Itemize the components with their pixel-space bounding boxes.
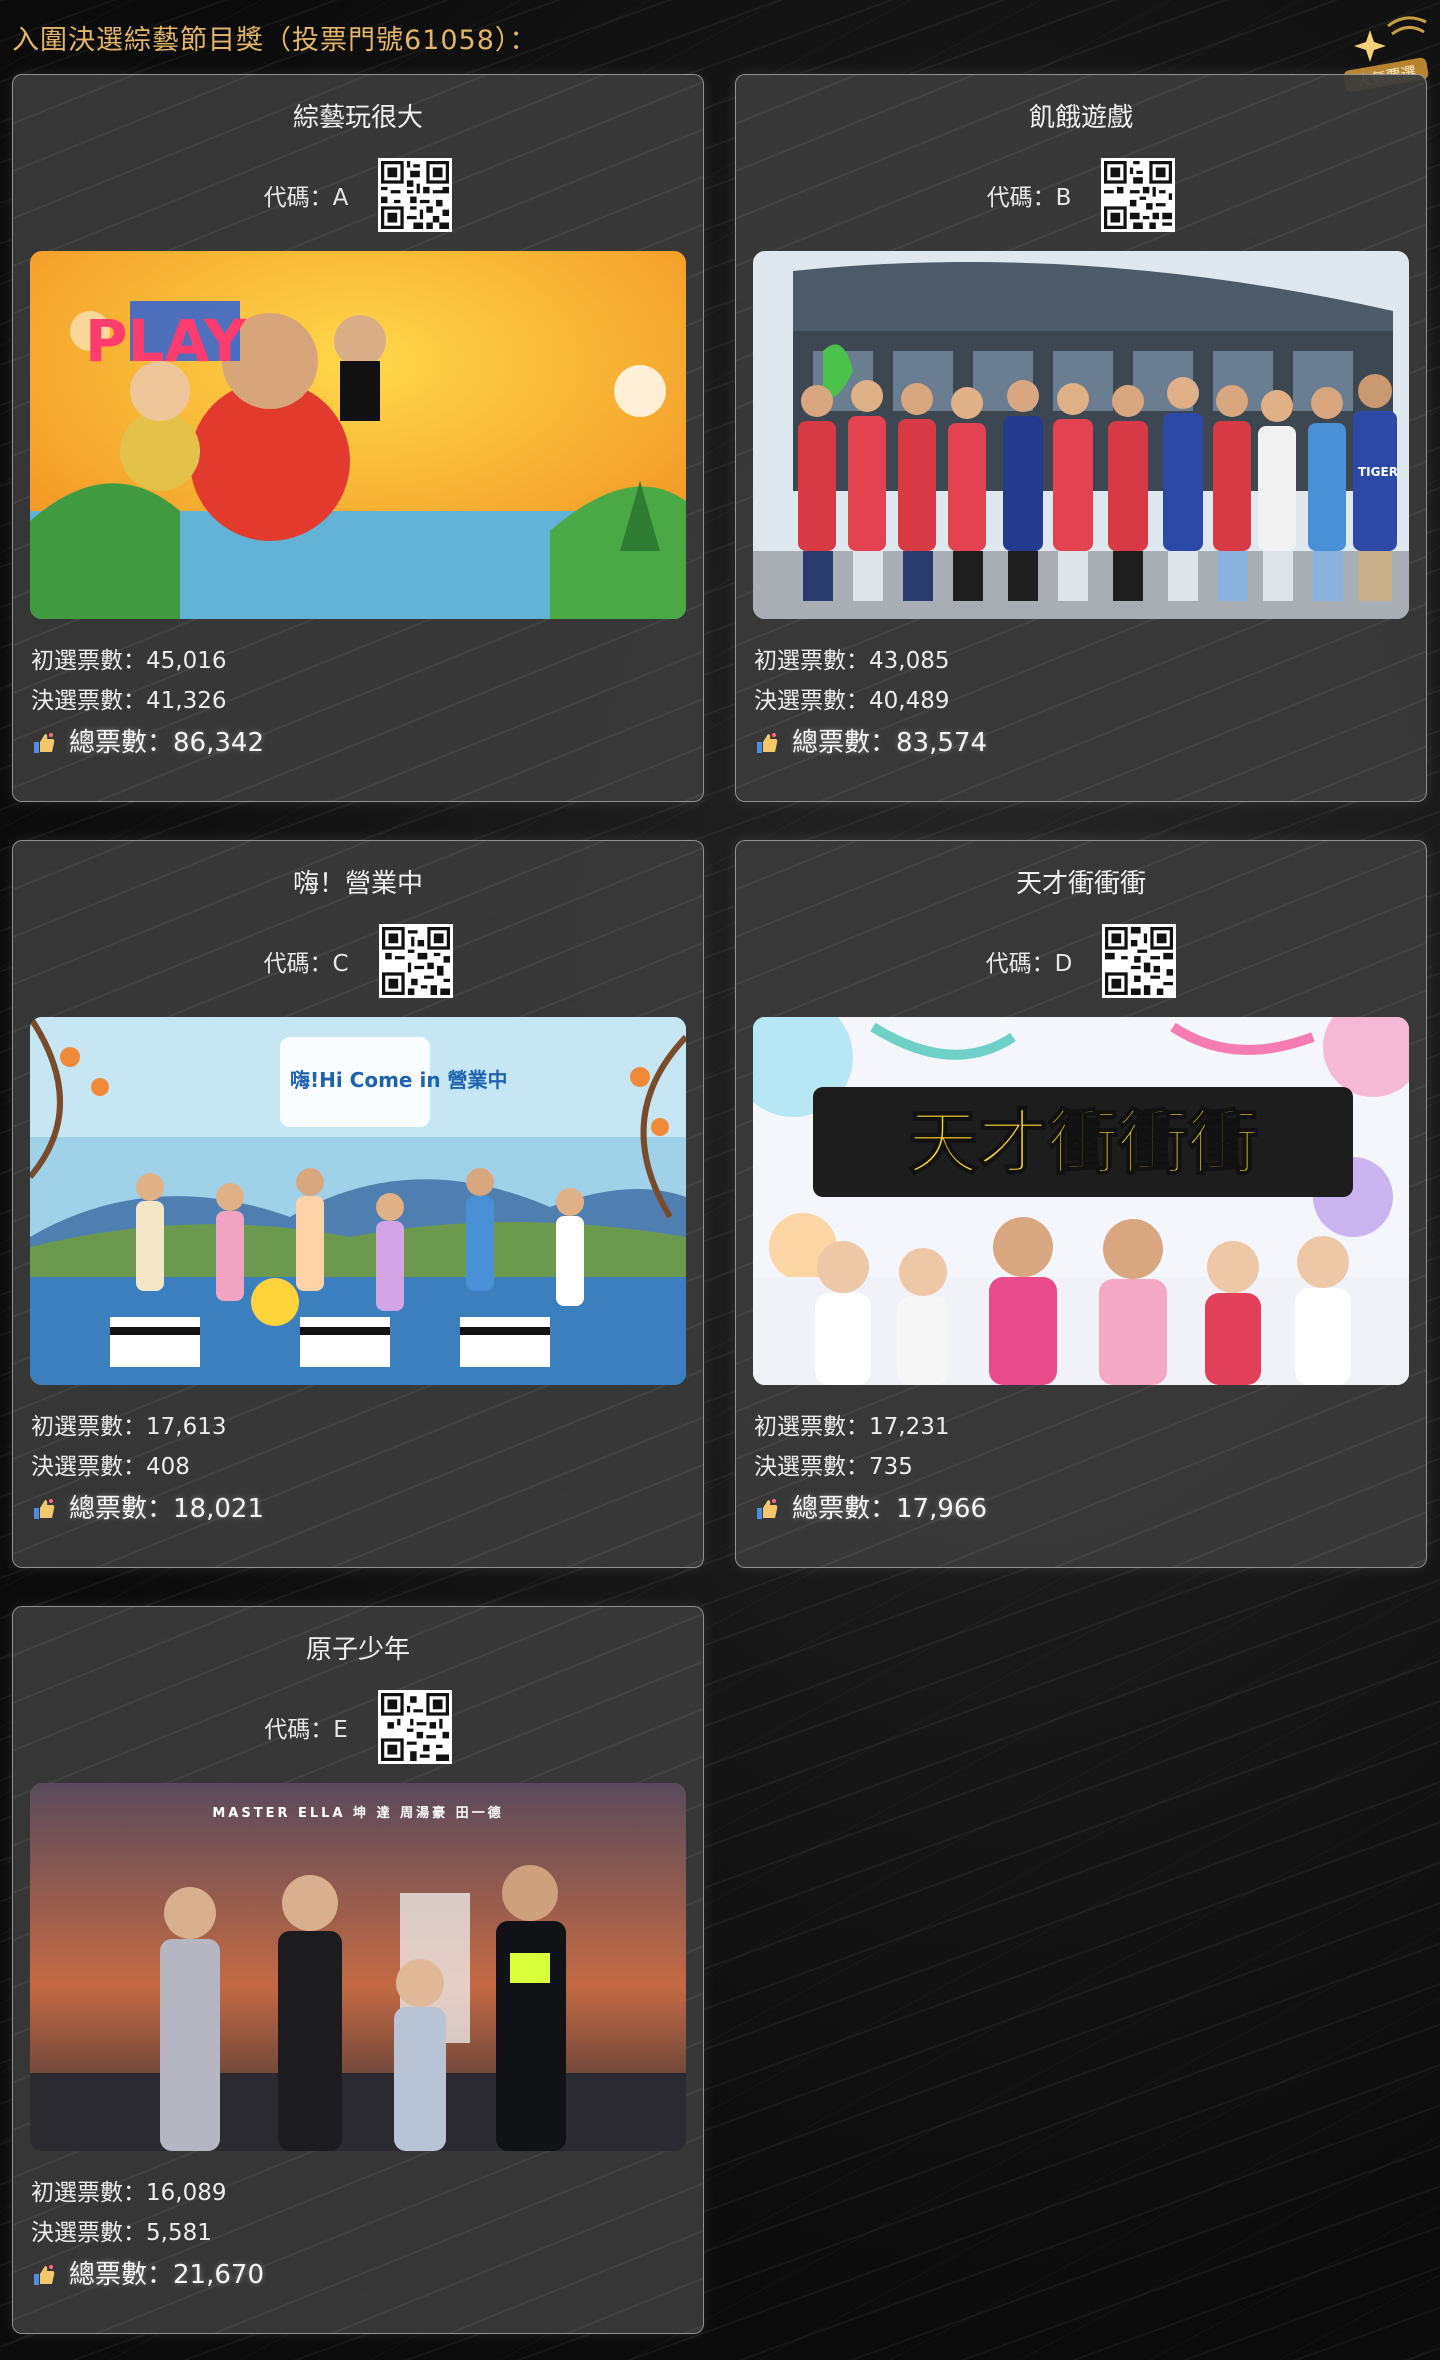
show-poster-image[interactable]: TIGER <box>753 251 1409 619</box>
poster-text: 天才衝衝衝 <box>908 1102 1258 1184</box>
prelim-votes: 初選票數： 17,231 <box>754 1414 950 1440</box>
prelim-votes: 初選票數： 17,613 <box>31 1414 227 1440</box>
card-title: 嗨！營業中 <box>292 869 423 899</box>
prelim-votes: 初選票數： 16,089 <box>31 2180 227 2206</box>
thumbs-up-vote-icon <box>34 1499 55 1519</box>
page-header-title: 入圍決選綜藝節目獎（投票門號61058）： <box>12 25 538 56</box>
nominee-card-a: 綜藝玩很大 代碼：A PLAY 初選票數： 45,016 決選票數： 41,32… <box>12 74 704 802</box>
card-title: 原子少年 <box>305 1635 410 1665</box>
thumbs-up-vote-icon <box>34 733 55 753</box>
code-label: 代碼：B <box>986 185 1072 211</box>
nominee-card-d: 天才衝衝衝 代碼：D 天才衝衝衝 初選票數： 17,231 決選票數： 735 … <box>735 840 1427 1568</box>
poster-text: PLAY <box>85 307 247 375</box>
show-poster-image[interactable]: 嗨!Hi Come in 營業中 <box>30 1017 686 1385</box>
thumbs-up-vote-icon <box>757 1499 778 1519</box>
code-value: D <box>1054 951 1073 977</box>
show-poster-image[interactable]: 天才衝衝衝 <box>753 1017 1409 1385</box>
thumbs-up-vote-icon <box>757 733 778 753</box>
poster-text: MASTER ELLA 坤 達 周湯豪 田一德 <box>212 1805 503 1821</box>
prelim-votes: 初選票數： 45,016 <box>31 648 227 674</box>
code-value: A <box>332 185 349 211</box>
show-poster-image[interactable]: PLAY <box>30 251 686 619</box>
total-votes: 總票數： 83,574 <box>754 723 987 763</box>
nominee-card-c: 嗨！營業中 代碼：C 嗨!Hi Come in 營業中 初選票數： 17,613… <box>12 840 704 1568</box>
total-votes: 總票數： 17,966 <box>754 1489 987 1529</box>
nominee-card-b: 飢餓遊戲 代碼：B TIGER 初選票數： 43,085 決選票數： 40,48… <box>735 74 1427 802</box>
total-votes: 總票數： 86,342 <box>31 723 264 763</box>
final-votes: 決選票數： 40,489 <box>754 688 950 714</box>
final-votes: 決選票數： 41,326 <box>31 688 227 714</box>
code-label: 代碼：A <box>263 185 349 211</box>
qr-code-icon[interactable] <box>378 158 453 232</box>
code-value: B <box>1055 185 1072 211</box>
code-value: E <box>333 1717 348 1743</box>
show-poster-image[interactable]: MASTER ELLA 坤 達 周湯豪 田一德 <box>30 1783 686 2151</box>
code-label: 代碼：E <box>264 1717 348 1743</box>
qr-code-icon[interactable] <box>1101 158 1176 232</box>
thumbs-up-vote-icon <box>34 2265 55 2285</box>
code-label: 代碼：D <box>985 951 1073 977</box>
card-title: 綜藝玩很大 <box>292 103 423 133</box>
qr-code-icon[interactable] <box>1102 924 1177 998</box>
total-votes: 總票數： 21,670 <box>31 2255 264 2295</box>
code-label: 代碼：C <box>263 951 349 977</box>
total-votes: 總票數： 18,021 <box>31 1489 264 1529</box>
code-value: C <box>332 951 349 977</box>
card-title: 天才衝衝衝 <box>1015 869 1146 899</box>
final-votes: 決選票數： 408 <box>31 1454 190 1480</box>
qr-code-icon[interactable] <box>377 1690 452 1764</box>
prelim-votes: 初選票數： 43,085 <box>754 648 950 674</box>
nominee-card-e: 原子少年 代碼：E MASTER ELLA 坤 達 周湯豪 田一德 初選票數： … <box>12 1606 704 2334</box>
final-votes: 決選票數： 5,581 <box>31 2220 212 2246</box>
qr-code-icon[interactable] <box>378 924 453 998</box>
poster-text: 嗨!Hi Come in 營業中 <box>290 1068 508 1092</box>
final-votes: 決選票數： 735 <box>754 1454 913 1480</box>
card-title: 飢餓遊戲 <box>1028 103 1133 133</box>
poster-text: TIGER <box>1358 465 1398 479</box>
